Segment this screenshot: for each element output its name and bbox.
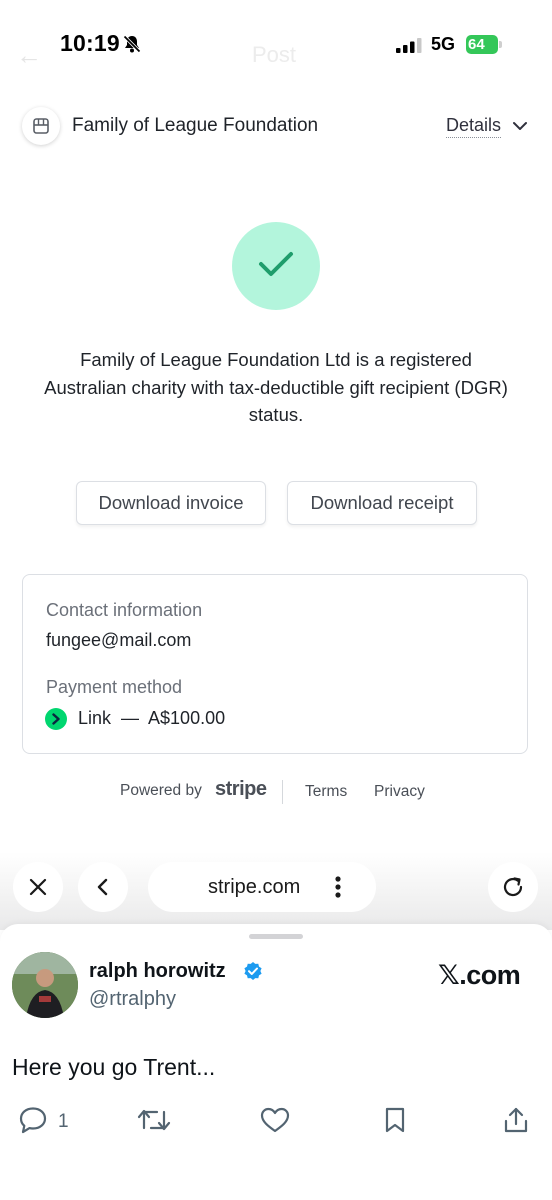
chevron-down-icon[interactable] <box>512 118 528 139</box>
powered-by-label: Powered by <box>120 782 202 799</box>
payment-method-value: Link — A$100.00 <box>78 708 226 728</box>
sheet-grabber[interactable] <box>249 934 303 939</box>
like-heart-icon[interactable] <box>259 1106 291 1139</box>
in-app-browser-toolbar: stripe.com <box>0 852 552 930</box>
battery-indicator: 64 <box>466 35 498 54</box>
link-logo-icon <box>45 708 67 730</box>
store-icon <box>22 107 60 145</box>
avatar[interactable] <box>12 952 78 1018</box>
bell-muted-icon <box>122 34 142 59</box>
tweet-text: Here you go Trent... <box>12 1054 216 1080</box>
cellular-signal-icon <box>396 38 424 58</box>
reload-icon[interactable] <box>488 862 538 912</box>
contact-email: fungee@mail.com <box>46 630 192 650</box>
network-type: 5G <box>431 34 456 54</box>
back-chevron-icon[interactable] <box>78 862 128 912</box>
retweet-icon[interactable] <box>137 1106 171 1139</box>
terms-link[interactable]: Terms <box>305 783 347 801</box>
share-icon[interactable] <box>502 1106 530 1139</box>
confirmation-line: status. <box>248 404 304 425</box>
reply-count: 1 <box>58 1111 69 1132</box>
download-invoice-button[interactable]: Download invoice <box>76 481 266 525</box>
verified-badge-icon <box>243 961 263 986</box>
payment-info-card: Contact information fungee@mail.com Paym… <box>22 574 528 754</box>
footer-divider <box>282 780 283 804</box>
background-page-title: Post <box>252 42 297 67</box>
download-receipt-button[interactable]: Download receipt <box>287 481 477 525</box>
success-badge <box>232 222 320 310</box>
bookmark-icon[interactable] <box>382 1106 408 1139</box>
checkmark-icon <box>258 250 294 283</box>
author-handle[interactable]: @rtralphy <box>89 988 176 1011</box>
payment-method-label: Payment method <box>46 677 183 697</box>
address-bar[interactable]: stripe.com <box>148 862 376 912</box>
details-toggle[interactable]: Details <box>446 115 502 138</box>
close-icon[interactable] <box>13 862 63 912</box>
tweet-card: ralph horowitz @rtralphy 𝕏.com Here you … <box>0 924 552 1200</box>
contact-info-label: Contact information <box>46 600 203 620</box>
stripe-logo[interactable]: stripe <box>215 778 267 801</box>
x-com-logo[interactable]: 𝕏.com <box>438 960 521 991</box>
author-name[interactable]: ralph horowitz <box>89 960 226 983</box>
confirmation-line: Australian charity with tax-deductible g… <box>44 376 508 398</box>
background-back-arrow: ← <box>16 40 42 70</box>
status-bar: ← Post 10:19 5G 64 <box>0 0 552 90</box>
reply-icon[interactable] <box>18 1106 48 1139</box>
more-options-icon[interactable] <box>334 875 342 904</box>
clock: 10:19 <box>60 30 120 56</box>
confirmation-message: Family of League Foundation Ltd is a reg… <box>20 346 532 429</box>
privacy-link[interactable]: Privacy <box>374 783 425 801</box>
confirmation-line: Family of League Foundation Ltd is a reg… <box>80 349 472 370</box>
battery-tip <box>499 41 502 48</box>
merchant-name: Family of League Foundation <box>72 115 319 136</box>
url-text: stripe.com <box>208 876 301 898</box>
